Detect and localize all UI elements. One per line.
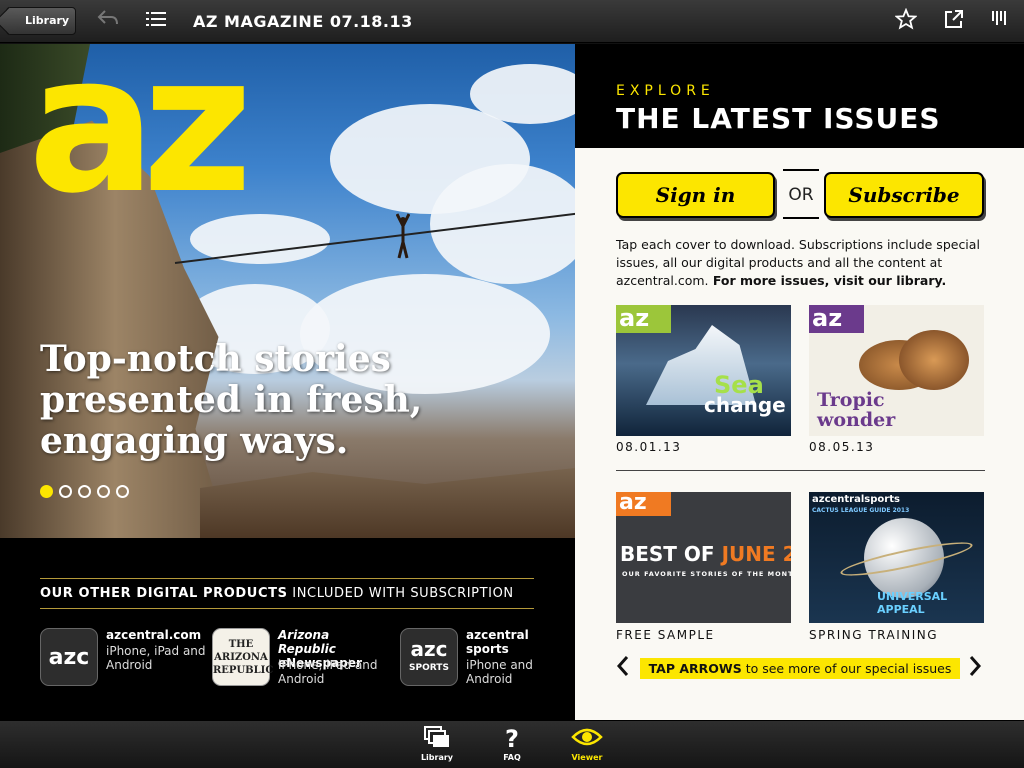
sports-icon-text: azc [410,637,448,661]
barcode-icon[interactable] [987,8,1013,34]
issue-cover-08-01-13[interactable]: az Sea change [616,305,791,436]
canyon [200,468,575,538]
top-toolbar: Library AZ MAGAZINE 07.18.13 [0,0,1024,43]
tap-arrows-rest: to see more of our special issues [741,661,952,676]
tab-library[interactable]: Library [407,725,467,767]
cover-headline-2: wonder [817,409,896,431]
products-header-rest: INCLUDED WITH SUBSCRIPTION [287,586,514,601]
carousel-dots [40,485,129,498]
cover-label: FREE SAMPLE [616,628,715,642]
back-arrow-icon[interactable] [95,8,121,34]
product-platforms: iPhone and Android [466,658,533,686]
tab-viewer[interactable]: Viewer [557,725,617,767]
carousel-dot[interactable] [59,485,72,498]
explore-title: THE LATEST ISSUES [616,102,941,135]
tap-arrows-row: TAP ARROWS to see more of our special is… [616,655,985,681]
sign-in-button[interactable]: Sign in [616,172,775,218]
product-name: azcentral sports [466,628,529,656]
azcentral-icon-text: azc [48,645,90,670]
download-instructions: Tap each cover to download. Subscription… [616,236,986,290]
library-button-label: Library [25,14,70,27]
azcentral-sports-app-icon[interactable]: azc SPORTS [400,628,458,686]
product-name-italic: Arizona Republic [278,628,336,656]
tab-faq[interactable]: ? FAQ [482,725,542,767]
page-title: AZ MAGAZINE 07.18.13 [193,12,413,31]
tap-arrows-hint: TAP ARROWS to see more of our special is… [640,658,960,679]
cover-headline: UNIVERSAL APPEAL [877,590,948,616]
product-name: azcentral.com [106,628,202,642]
prev-arrow-icon[interactable] [616,655,634,681]
carousel-dot[interactable] [97,485,110,498]
or-separator: OR [783,169,819,219]
next-arrow-icon[interactable] [968,655,986,681]
product-platforms: iPhone, iPad and Android [278,658,378,686]
subscribe-button[interactable]: Subscribe [824,172,984,218]
cover-label: SPRING TRAINING [809,628,939,642]
arizona-republic-icon-text: THE ARIZONA REPUBLIC [213,639,274,676]
product-platforms: iPhone, iPad and Android [106,644,206,672]
tab-label: FAQ [503,753,521,762]
explore-kicker: EXPLORE [616,83,715,99]
az-logo: az [28,44,253,235]
cover-masthead: az [616,492,671,516]
tab-label: Library [420,753,454,762]
carousel-dot[interactable] [40,485,53,498]
cover-masthead: az [616,305,671,333]
cover-headline-1: Tropic [817,389,885,411]
library-back-button[interactable]: Library [6,7,76,35]
cover-masthead: azcentralsports [812,494,900,505]
featured-panel: az Top-notch stories presented in fresh,… [0,44,575,720]
products-header-bold: OUR OTHER DIGITAL PRODUCTS [40,586,288,601]
share-icon[interactable] [941,8,967,34]
products-header: OUR OTHER DIGITAL PRODUCTS INCLUDED WITH… [40,578,534,609]
explore-panel: EXPLORE THE LATEST ISSUES Sign in OR Sub… [575,44,1024,720]
star-icon[interactable] [893,7,919,34]
blurb-bold: For more issues, visit our library. [708,273,947,288]
carousel-dot[interactable] [78,485,91,498]
sports-icon-subtext: SPORTS [409,663,449,673]
hero-image[interactable]: az Top-notch stories presented in fresh,… [0,44,575,538]
hero-tagline: Top-notch stories presented in fresh, en… [40,338,423,462]
azcentral-app-icon[interactable]: azc [40,628,98,686]
cover-masthead: az [809,305,864,333]
covers-divider [616,470,985,471]
cover-headline: BEST OF JUNE 2013 [620,542,791,566]
arizona-republic-app-icon[interactable]: THE ARIZONA REPUBLIC [212,628,274,686]
list-icon[interactable] [143,8,169,34]
explore-header: EXPLORE THE LATEST ISSUES [575,44,1024,148]
tap-arrows-bold: TAP ARROWS [648,661,742,676]
question-icon: ? [505,725,519,753]
carousel-dot[interactable] [116,485,129,498]
cover-label: 08.05.13 [809,440,875,454]
issue-cover-free-sample[interactable]: az BEST OF JUNE 2013 OUR FAVORITE STORIE… [616,492,791,623]
issue-cover-spring-training[interactable]: azcentralsports CACTUS LEAGUE GUIDE 2013… [809,492,984,623]
cover-subhead: CACTUS LEAGUE GUIDE 2013 [812,507,910,514]
digital-products-section: OUR OTHER DIGITAL PRODUCTS INCLUDED WITH… [40,578,534,686]
bottom-tab-bar: Library ? FAQ Viewer [0,720,1024,768]
tab-label: Viewer [571,753,603,762]
issue-cover-08-05-13[interactable]: az Tropic wonder [809,305,984,436]
eye-icon [557,725,617,753]
slackliner-figure [396,213,410,259]
cover-headline-1: BEST OF [620,542,715,566]
cover-subhead: OUR FAVORITE STORIES OF THE MONTH [622,570,791,578]
cover-label: 08.01.13 [616,440,682,454]
cover-headline-2: change [704,393,786,417]
library-icon [407,725,467,753]
cover-headline-2: JUNE 2013 [721,542,791,566]
